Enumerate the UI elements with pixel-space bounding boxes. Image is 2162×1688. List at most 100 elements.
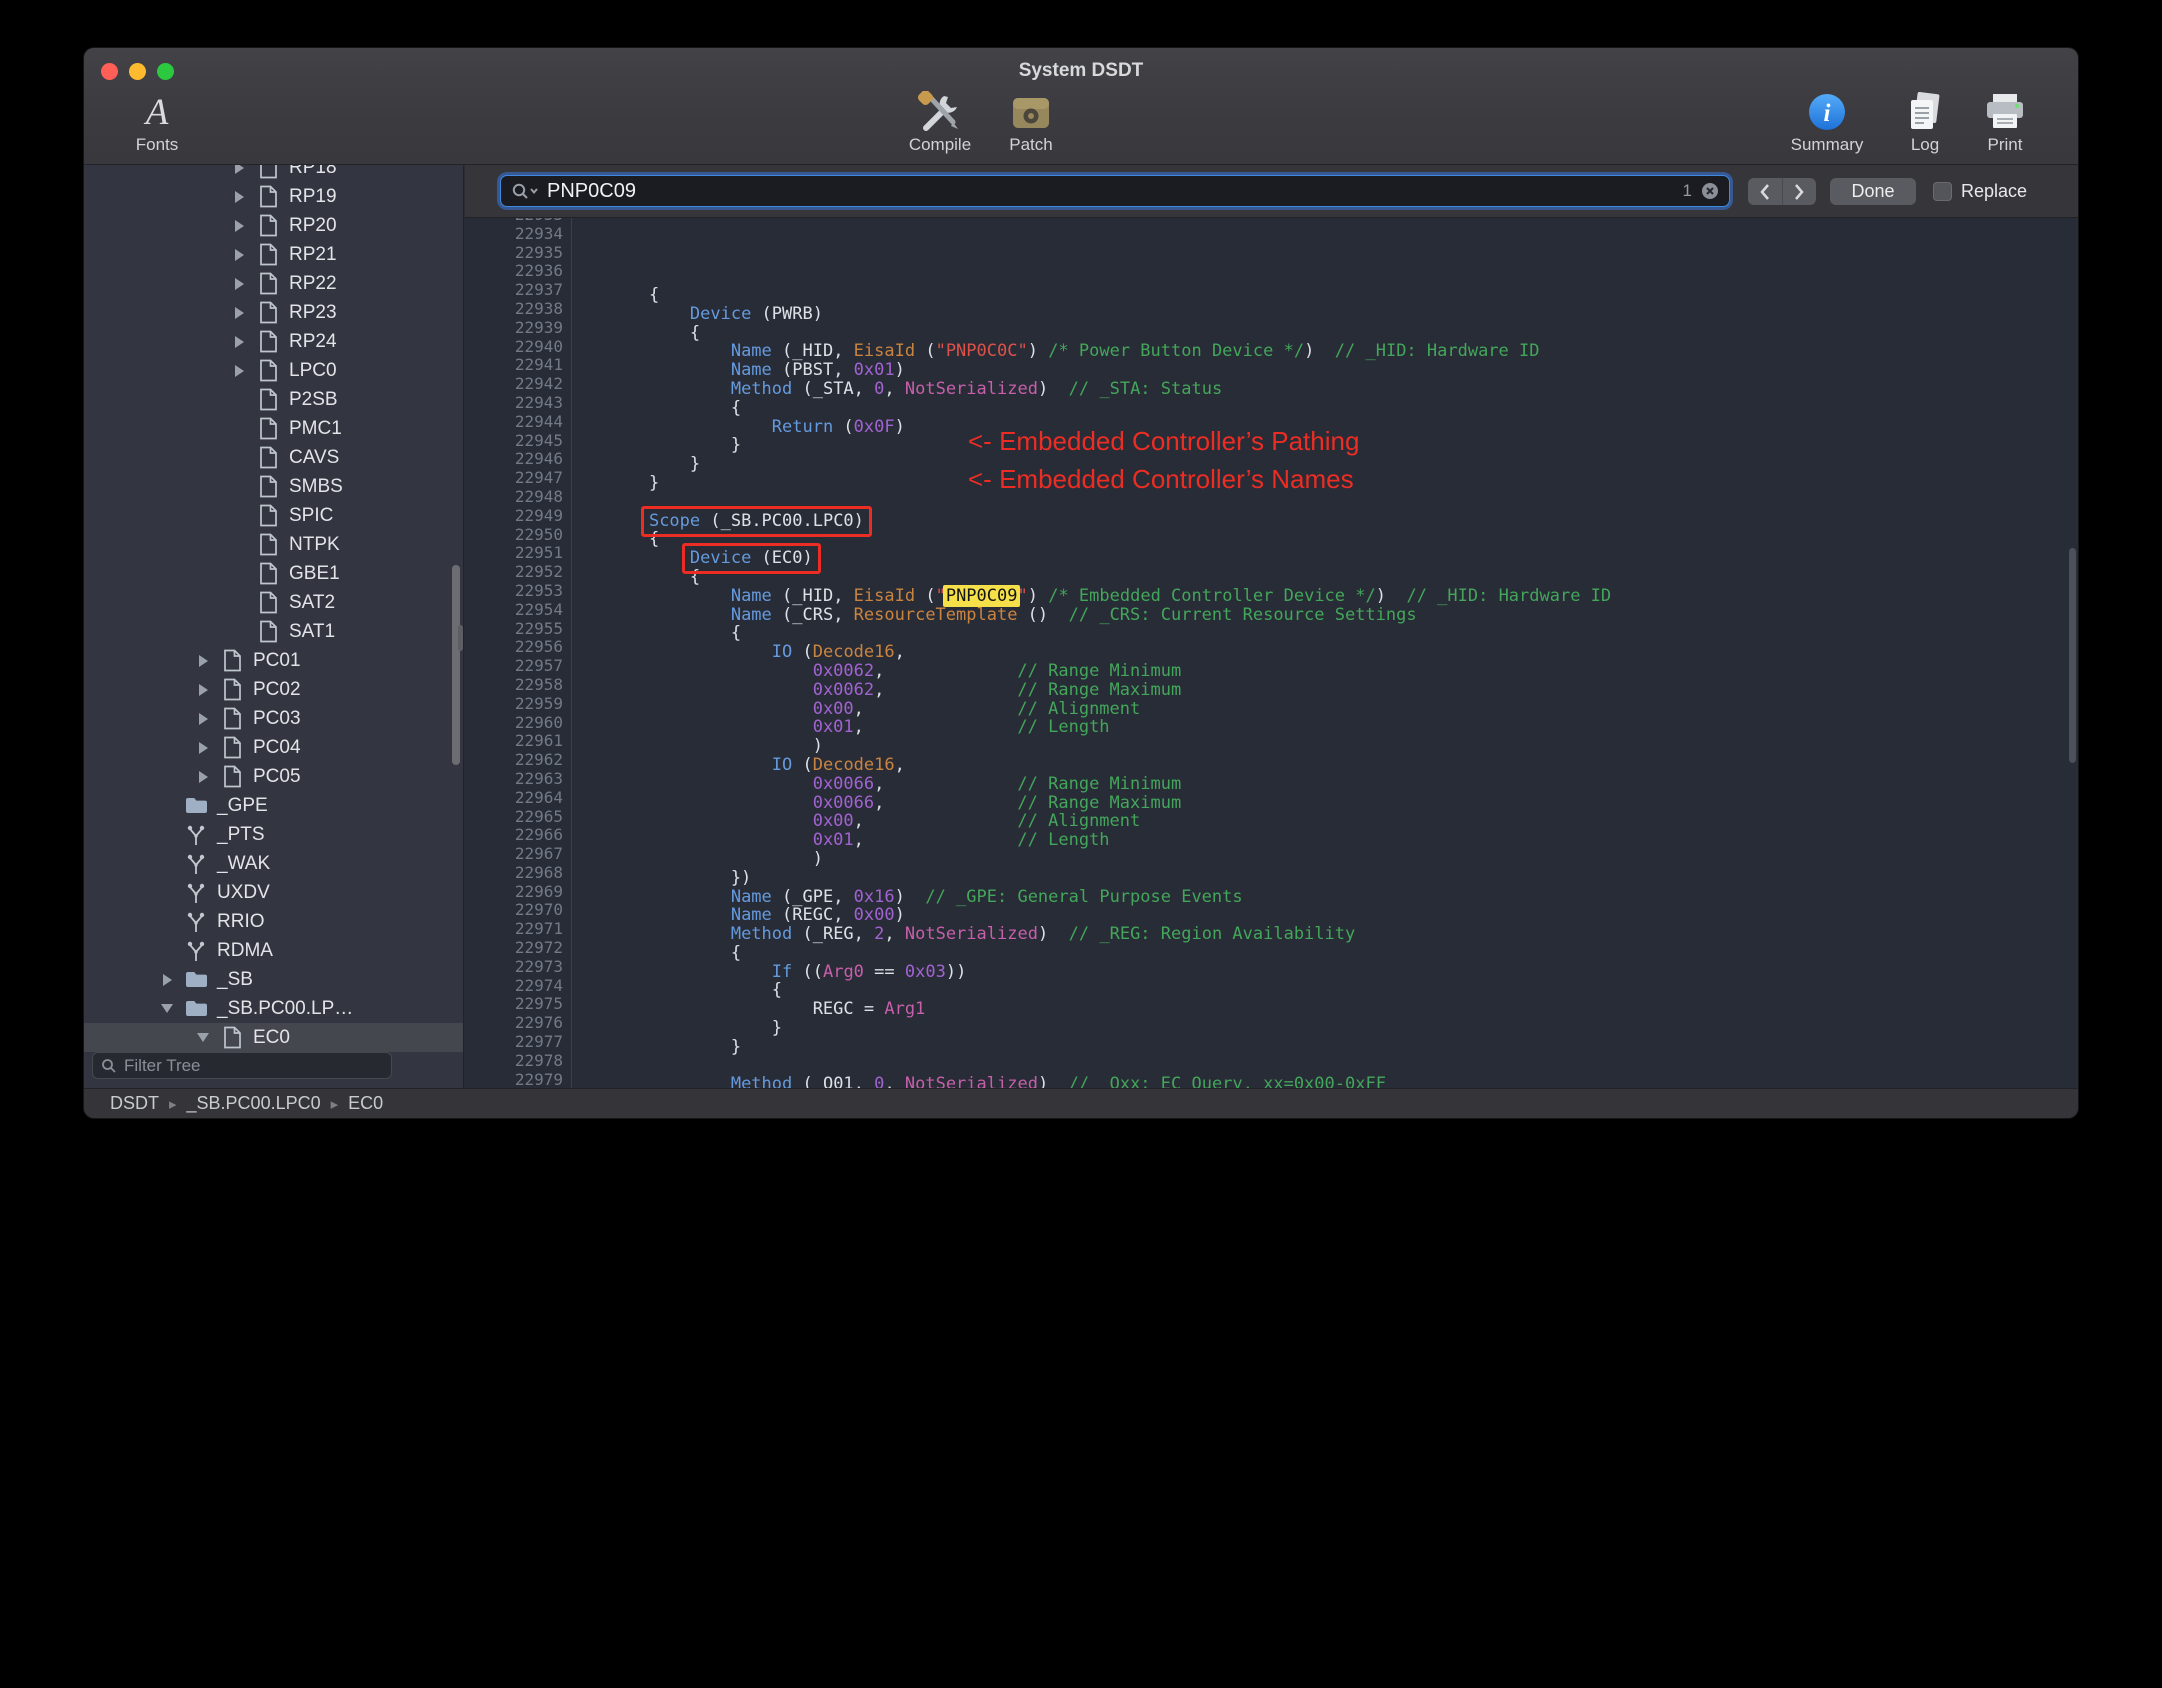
disclosure-collapsed-icon[interactable] [222,165,256,174]
code-line-22956[interactable]: 0x01, // Length [608,718,2078,737]
filter-tree-field[interactable]: Filter Tree [92,1052,392,1079]
tree-item-PC03[interactable]: PC03 [84,704,463,733]
code-line-22973[interactable]: } [608,1037,2078,1057]
code-line-22952[interactable]: IO (Decode16, [608,643,2078,662]
code-line-22949[interactable]: Name (_HID, EisaId ("PNP0C09") /* Embedd… [608,584,2078,607]
tree-item-_SB[interactable]: _SB [84,965,463,994]
code-line-22945[interactable]: Scope (_SB.PC00.LPC0) [608,505,2078,537]
tree-item-SAT1[interactable]: SAT1 [84,617,463,646]
code-line-22964[interactable]: }) [608,868,2078,888]
tree-item-RP21[interactable]: RP21 [84,240,463,269]
find-previous-button[interactable] [1748,178,1782,205]
tree-item-SMBS[interactable]: SMBS [84,472,463,501]
disclosure-expanded-icon[interactable] [150,1004,184,1013]
tree-item-_WAK[interactable]: _WAK [84,849,463,878]
code-line-22937[interactable]: Name (PBST, 0x01) [608,361,2078,380]
done-button[interactable]: Done [1830,178,1916,205]
tree-item-RP18[interactable]: RP18 [84,165,463,182]
tree-item-RDMA[interactable]: RDMA [84,936,463,965]
disclosure-collapsed-icon[interactable] [222,336,256,348]
code-line-22933[interactable]: { [608,286,2078,305]
find-next-button[interactable] [1781,178,1817,205]
tree-item-RRIO[interactable]: RRIO [84,907,463,936]
code-line-22974[interactable] [608,1057,2078,1076]
clear-search-icon[interactable] [1701,182,1719,200]
tree-item-P2SB[interactable]: P2SB [84,385,463,414]
disclosure-collapsed-icon[interactable] [222,249,256,261]
tree-item-EC0[interactable]: EC0 [84,1023,463,1052]
tree-item-PC04[interactable]: PC04 [84,733,463,762]
disclosure-collapsed-icon[interactable] [186,655,220,667]
code-line-22936[interactable]: Name (_HID, EisaId ("PNP0C0C") /* Power … [608,342,2078,361]
code-line-22958[interactable]: IO (Decode16, [608,756,2078,775]
tree-item-_GPE[interactable]: _GPE [84,791,463,820]
code-line-22969[interactable]: If ((Arg0 == 0x03)) [608,962,2078,982]
code-line-22963[interactable]: ) [608,850,2078,869]
tree-item-CAVS[interactable]: CAVS [84,443,463,472]
code-line-22950[interactable]: Name (_CRS, ResourceTemplate () // _CRS:… [608,605,2078,625]
code-line-22955[interactable]: 0x00, // Alignment [608,699,2078,719]
disclosure-collapsed-icon[interactable] [186,771,220,783]
tree-item-PC02[interactable]: PC02 [84,675,463,704]
disclosure-collapsed-icon[interactable] [222,220,256,232]
tree-item-UXDV[interactable]: UXDV [84,878,463,907]
code-editor[interactable]: 2293322934229352293622937229382293922940… [465,218,2078,1088]
code-line-22939[interactable]: { [608,398,2078,418]
disclosure-expanded-icon[interactable] [186,1033,220,1042]
tree-item-RP19[interactable]: RP19 [84,182,463,211]
tree-item-LPC0[interactable]: LPC0 [84,356,463,385]
code-line-22962[interactable]: 0x01, // Length [608,831,2078,850]
code-line-22957[interactable]: ) [608,737,2078,756]
breadcrumb-item-_SB-PC00-LPC0[interactable]: _SB.PC00.LPC0 [187,1093,321,1114]
replace-checkbox[interactable] [1933,182,1952,201]
code-line-22967[interactable]: Method (_REG, 2, NotSerialized) // _REG:… [608,925,2078,944]
tree-item-SAT2[interactable]: SAT2 [84,588,463,617]
code-line-22951[interactable]: { [608,624,2078,643]
tree-item-PMC1[interactable]: PMC1 [84,414,463,443]
pane-splitter-handle[interactable] [458,625,463,651]
toolbar-print-button[interactable]: Print [1935,90,2075,155]
tree-item-SPIC[interactable]: SPIC [84,501,463,530]
tree-item-_PTS[interactable]: _PTS [84,820,463,849]
disclosure-collapsed-icon[interactable] [150,974,184,986]
breadcrumb-item-EC0[interactable]: EC0 [348,1093,383,1114]
tree-item-GBE1[interactable]: GBE1 [84,559,463,588]
tree-item-RP22[interactable]: RP22 [84,269,463,298]
tree-item-PC05[interactable]: PC05 [84,762,463,791]
code-line-22959[interactable]: 0x0066, // Range Minimum [608,774,2078,794]
tree-item-NTPK[interactable]: NTPK [84,530,463,559]
tree-item-RP24[interactable]: RP24 [84,327,463,356]
disclosure-collapsed-icon[interactable] [186,713,220,725]
disclosure-collapsed-icon[interactable] [222,307,256,319]
code-line-22970[interactable]: { [608,981,2078,1000]
disclosure-collapsed-icon[interactable] [222,278,256,290]
disclosure-collapsed-icon[interactable] [222,365,256,377]
editor-scrollbar[interactable] [2069,548,2076,763]
code-line-22947[interactable]: Device (EC0) [608,543,2078,575]
code-line-22953[interactable]: 0x0062, // Range Minimum [608,662,2078,681]
code-line-22960[interactable]: 0x0066, // Range Maximum [608,793,2078,813]
code-line-22975[interactable]: Method (_Q01, 0, NotSerialized) // _Qxx:… [608,1075,2078,1088]
tree-item-RP20[interactable]: RP20 [84,211,463,240]
code-line-22961[interactable]: 0x00, // Alignment [608,812,2078,831]
code-line-22938[interactable]: Method (_STA, 0, NotSerialized) // _STA:… [608,380,2078,399]
tree-item-RP23[interactable]: RP23 [84,298,463,327]
toolbar-patch-button[interactable]: Patch [961,90,1101,155]
toolbar-fonts-button[interactable]: A Fonts [87,90,227,155]
disclosure-collapsed-icon[interactable] [186,742,220,754]
code-line-22954[interactable]: 0x0062, // Range Maximum [608,680,2078,700]
code-line-22935[interactable]: { [608,323,2078,343]
code-line-22972[interactable]: } [608,1019,2078,1038]
disclosure-collapsed-icon[interactable] [186,684,220,696]
sidebar-scrollbar[interactable] [452,565,460,765]
disclosure-collapsed-icon[interactable] [222,191,256,203]
code-line-22965[interactable]: Name (_GPE, 0x16) // _GPE: General Purpo… [608,887,2078,907]
tree-item-_SB-PC00-LP-[interactable]: _SB.PC00.LP… [84,994,463,1023]
code-line-22934[interactable]: Device (PWRB) [608,304,2078,324]
code-line-22948[interactable]: { [608,568,2078,587]
find-input[interactable]: PNP0C09 1 [500,175,1730,207]
code-line-22966[interactable]: Name (REGC, 0x00) [608,906,2078,925]
tree-item-PC01[interactable]: PC01 [84,646,463,675]
code-line-22971[interactable]: REGC = Arg1 [608,1000,2078,1019]
code-line-22968[interactable]: { [608,943,2078,963]
